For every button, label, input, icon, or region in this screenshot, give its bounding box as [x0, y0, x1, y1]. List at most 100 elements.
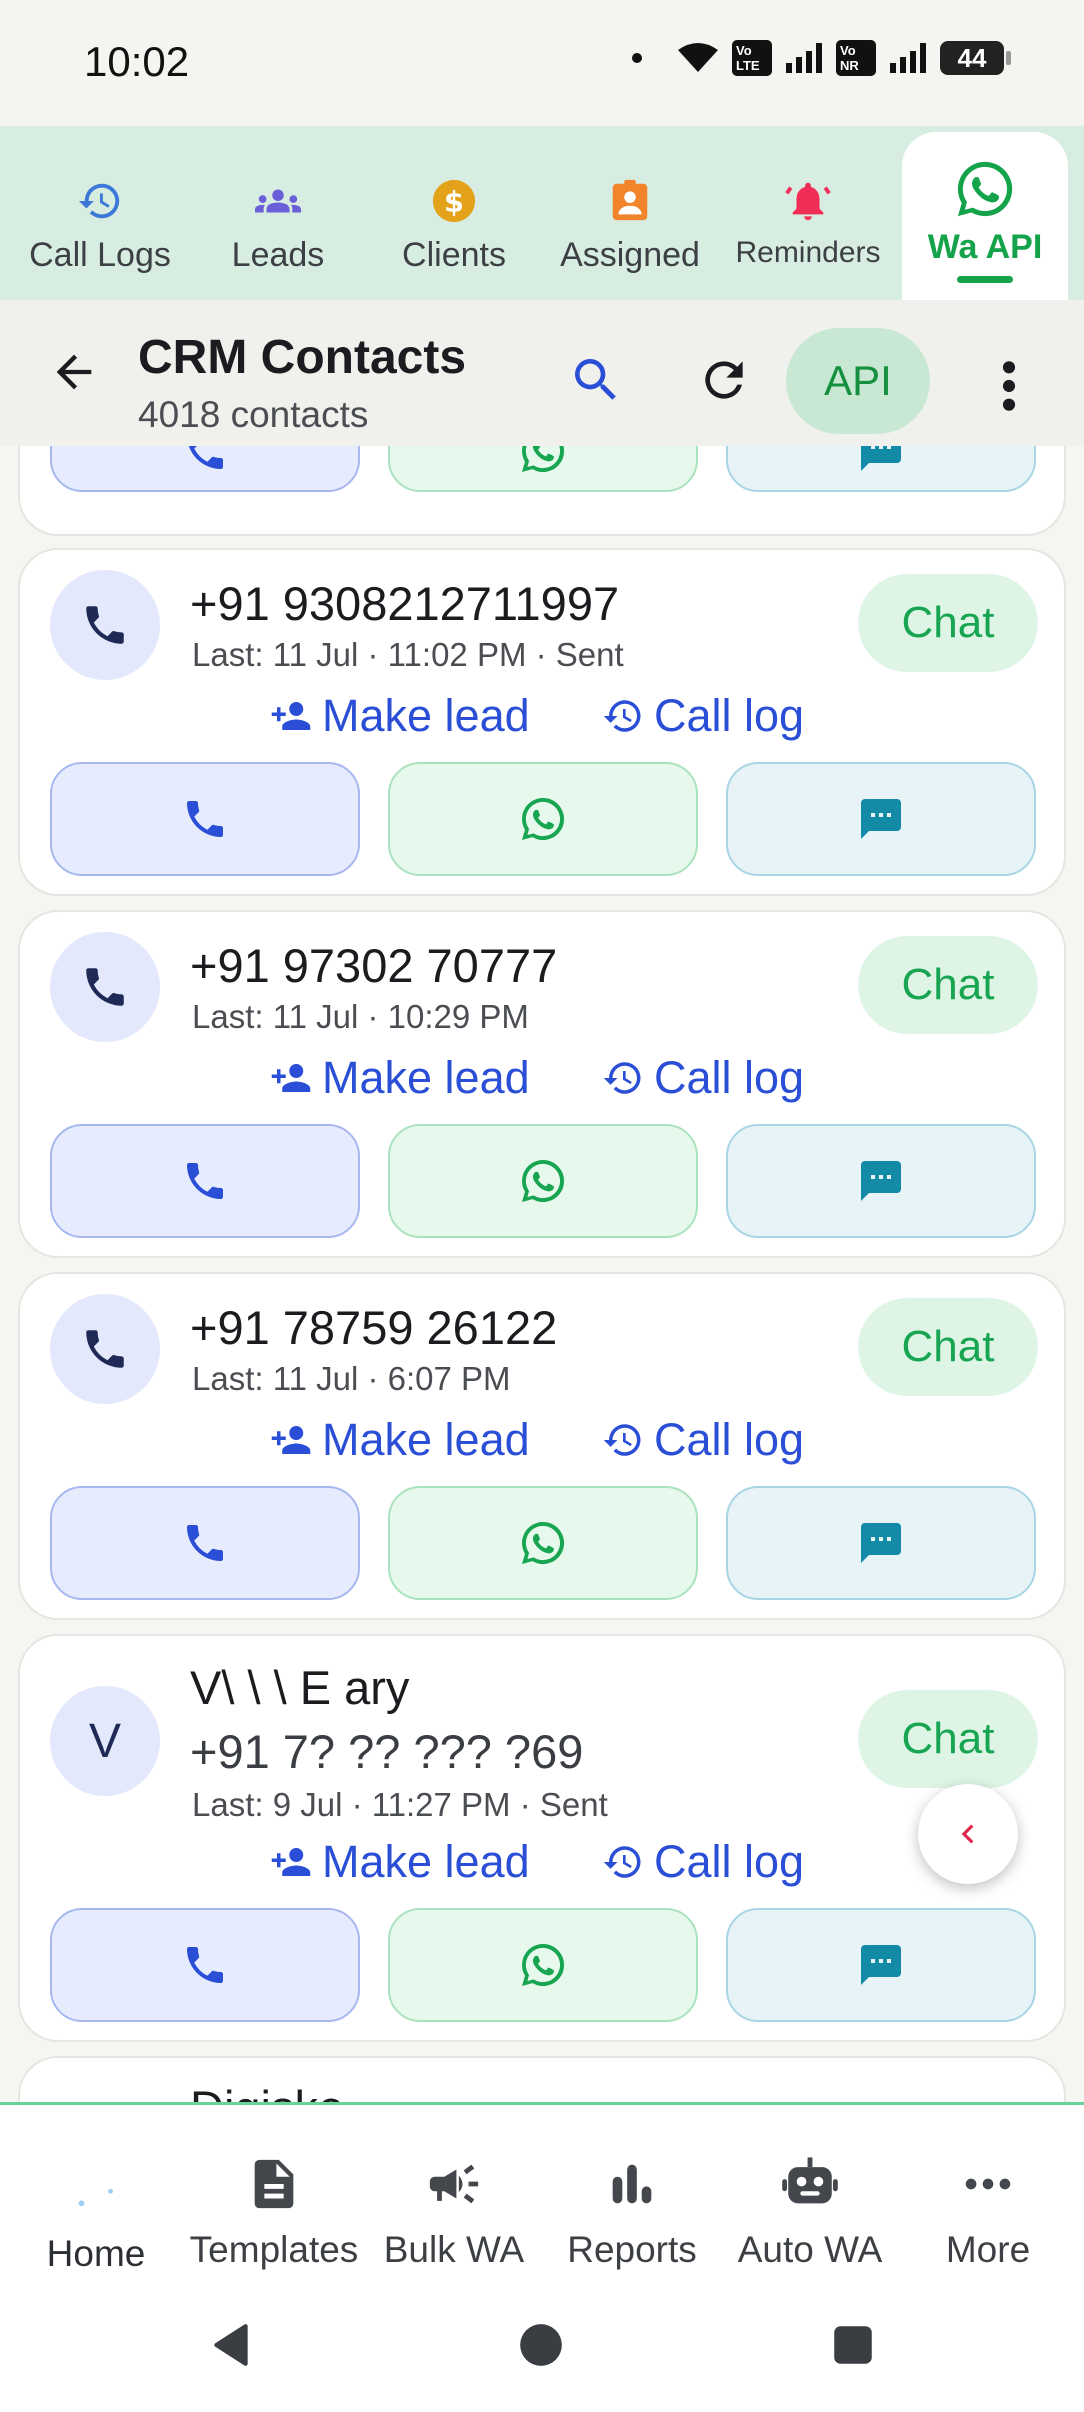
phone-icon [187, 1163, 223, 1199]
sim2-volte-icon: Vo NR [836, 40, 876, 76]
back-arrow-icon[interactable] [48, 346, 100, 398]
whatsapp-icon [522, 446, 565, 472]
more-vert-icon[interactable] [996, 358, 1022, 414]
call-button[interactable] [50, 1486, 360, 1600]
app-bar: CRM Contacts 4018 contacts API [0, 300, 1084, 446]
sms-icon [861, 799, 901, 839]
call-button[interactable] [50, 762, 360, 876]
chat-button[interactable]: Chat [858, 936, 1038, 1034]
contact-card-partial [18, 446, 1066, 536]
chat-button[interactable]: Chat [858, 574, 1038, 672]
home-icon [71, 2162, 121, 2207]
make-lead-link[interactable]: Make lead [270, 1052, 530, 1104]
system-home-icon[interactable] [516, 2320, 566, 2370]
tab-label: Wa API [927, 228, 1043, 266]
make-lead-label: Make lead [322, 1836, 530, 1887]
more-horiz-icon [965, 2178, 1011, 2190]
bar-chart-icon [612, 2164, 652, 2204]
phone-icon [86, 1330, 124, 1368]
contact-count: 4018 contacts [138, 394, 369, 435]
sms-icon [861, 446, 901, 471]
call-log-link[interactable]: Call log [602, 1414, 804, 1466]
history-icon [603, 1062, 641, 1094]
sms-button[interactable] [726, 446, 1036, 492]
refresh-icon[interactable] [696, 352, 752, 408]
avatar [50, 1294, 160, 1404]
nav-home[interactable]: Home [6, 2105, 186, 2285]
whatsapp-button[interactable] [388, 1908, 698, 2022]
sms-icon [861, 1945, 901, 1985]
call-log-link[interactable]: Call log [602, 1836, 804, 1888]
nav-auto-wa[interactable]: Auto WA [720, 2105, 900, 2285]
call-button[interactable] [50, 1124, 360, 1238]
assignment-ind-icon [612, 179, 648, 221]
whatsapp-button[interactable] [388, 1486, 698, 1600]
avatar [50, 570, 160, 680]
person-add-icon [271, 1064, 311, 1092]
status-bar: 10:02 Vo LTE Vo NR 44 [0, 0, 1084, 126]
tab-clients[interactable]: $ Clients [364, 126, 544, 300]
chevron-left-icon [961, 1824, 974, 1844]
contact-card[interactable]: +91 9308212711997 Last: 11 Jul · 11:02 P… [18, 548, 1066, 896]
whatsapp-button[interactable] [388, 446, 698, 492]
phone-icon [86, 606, 124, 644]
system-back-icon[interactable] [206, 2320, 256, 2370]
make-lead-link[interactable]: Make lead [270, 1414, 530, 1466]
call-log-label: Call log [654, 690, 805, 741]
nav-more[interactable]: More [898, 2105, 1078, 2285]
signal-1-icon [786, 43, 822, 73]
chat-button[interactable]: Chat [858, 1298, 1038, 1396]
chat-button[interactable]: Chat [858, 1690, 1038, 1788]
person-add-icon [271, 1848, 311, 1876]
sms-button[interactable] [726, 1908, 1036, 2022]
tab-leads[interactable]: Leads [188, 126, 368, 300]
api-button[interactable]: API [786, 328, 930, 434]
phone-icon [187, 1947, 223, 1983]
battery-icon: 44 [940, 41, 1011, 75]
person-add-icon [271, 1426, 311, 1454]
call-button[interactable] [50, 1908, 360, 2022]
tab-assigned[interactable]: Assigned [540, 126, 720, 300]
tab-reminders[interactable]: Reminders [716, 126, 900, 300]
robot-icon [782, 2157, 838, 2204]
nav-bulk-wa[interactable]: Bulk WA [364, 2105, 544, 2285]
tab-wa-api[interactable]: Wa API [902, 132, 1068, 300]
status-icons: Vo LTE Vo NR 44 [632, 40, 1011, 76]
nav-templates[interactable]: Templates [184, 2105, 364, 2285]
collapse-button[interactable] [918, 1784, 1018, 1884]
make-lead-link[interactable]: Make lead [270, 1836, 530, 1888]
whatsapp-icon [522, 797, 565, 840]
search-icon[interactable] [568, 352, 624, 408]
avatar [50, 932, 160, 1042]
history-icon [78, 183, 120, 219]
contact-card[interactable]: +91 78759 26122 Last: 11 Jul · 6:07 PM C… [18, 1272, 1066, 1620]
contact-card[interactable]: V V\ \ \ E ary +91 7? ?? ??? ?69 Last: 9… [18, 1634, 1066, 2042]
whatsapp-button[interactable] [388, 762, 698, 876]
sms-button[interactable] [726, 762, 1036, 876]
whatsapp-icon [522, 1943, 565, 1986]
phone-icon [86, 968, 124, 1006]
phone-icon [188, 446, 223, 469]
svg-text:$: $ [444, 185, 464, 219]
call-log-link[interactable]: Call log [602, 1052, 804, 1104]
bell-icon [785, 182, 831, 221]
contact-card[interactable]: +91 97302 70777 Last: 11 Jul · 10:29 PM … [18, 910, 1066, 1258]
sms-button[interactable] [726, 1486, 1036, 1600]
call-log-link[interactable]: Call log [602, 690, 804, 742]
top-tab-strip: Call Logs Leads $ Clients Assigned Remin… [0, 126, 1084, 300]
call-log-label: Call log [654, 1836, 805, 1887]
system-recents-icon[interactable] [828, 2320, 878, 2370]
nav-reports[interactable]: Reports [542, 2105, 722, 2285]
make-lead-link[interactable]: Make lead [270, 690, 530, 742]
contact-phone: +91 7? ?? ??? ?69 [190, 1725, 584, 1778]
tab-call-logs[interactable]: Call Logs [10, 126, 190, 300]
dollar-icon: $ [432, 179, 476, 223]
history-icon [603, 1846, 641, 1878]
contact-card-partial[interactable]: Digiske [18, 2056, 1066, 2102]
phone-icon [187, 801, 223, 837]
whatsapp-button[interactable] [388, 1124, 698, 1238]
call-button[interactable] [50, 446, 360, 492]
tab-label: Leads [231, 236, 325, 274]
sms-button[interactable] [726, 1124, 1036, 1238]
active-tab-indicator [957, 276, 1013, 283]
